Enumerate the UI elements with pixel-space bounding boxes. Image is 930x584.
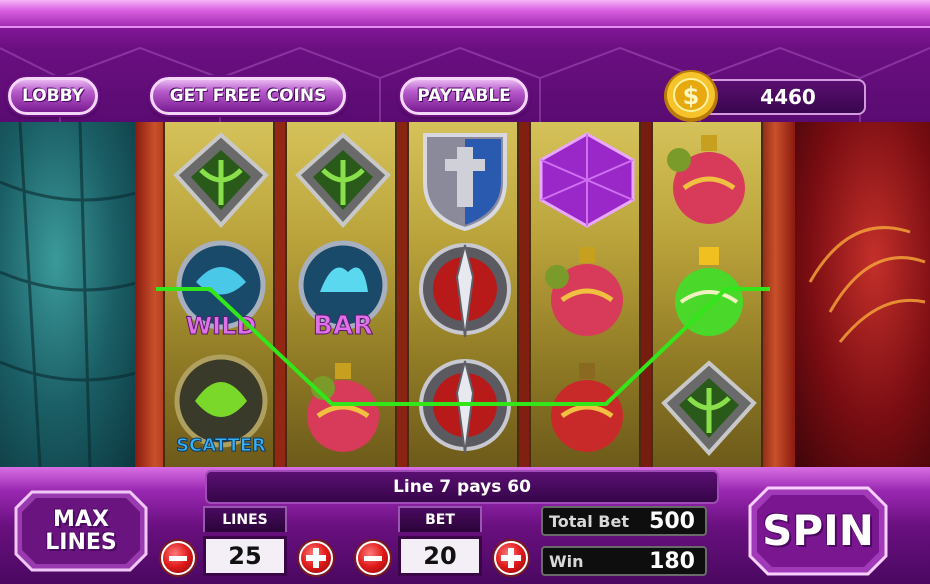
bet-label: BET [398,506,482,532]
get-free-coins-button[interactable]: GET FREE COINS [150,77,346,115]
win-box: Win 180 [541,546,707,576]
win-message: Line 7 pays 60 [393,477,531,497]
max-lines-label-1: MAX [53,506,109,532]
max-lines-button[interactable]: MAX LINES [14,490,148,572]
bet-increase-button[interactable] [494,541,528,575]
minus-icon [364,555,382,561]
paytable-button[interactable]: PAYTABLE [400,77,528,115]
payline [156,287,770,406]
win-label: Win [549,551,584,571]
total-bet-value: 500 [649,508,695,534]
spin-label: SPIN [762,505,874,555]
lines-decrease-button[interactable] [161,541,195,575]
lobby-button[interactable]: LOBBY [8,77,98,115]
total-bet-label: Total Bet [549,511,629,531]
bet-value: 20 [398,536,482,576]
minus-icon [169,555,187,561]
coin-balance-value: 4460 [760,85,816,109]
spin-button[interactable]: SPIN [748,486,888,576]
gold-coin-icon: $ [664,70,718,122]
bet-decrease-button[interactable] [356,541,390,575]
lines-label: LINES [203,506,287,532]
plus-icon [306,548,326,568]
reels-area: WILD SCATTER BAR [0,121,930,468]
max-lines-label-2: LINES [45,530,117,555]
plus-icon [501,548,521,568]
svg-text:$: $ [683,82,700,110]
win-value: 180 [649,548,695,574]
win-message-bar: Line 7 pays 60 [205,470,719,504]
lines-increase-button[interactable] [299,541,333,575]
total-bet-box: Total Bet 500 [541,506,707,536]
lines-value: 25 [203,536,287,576]
